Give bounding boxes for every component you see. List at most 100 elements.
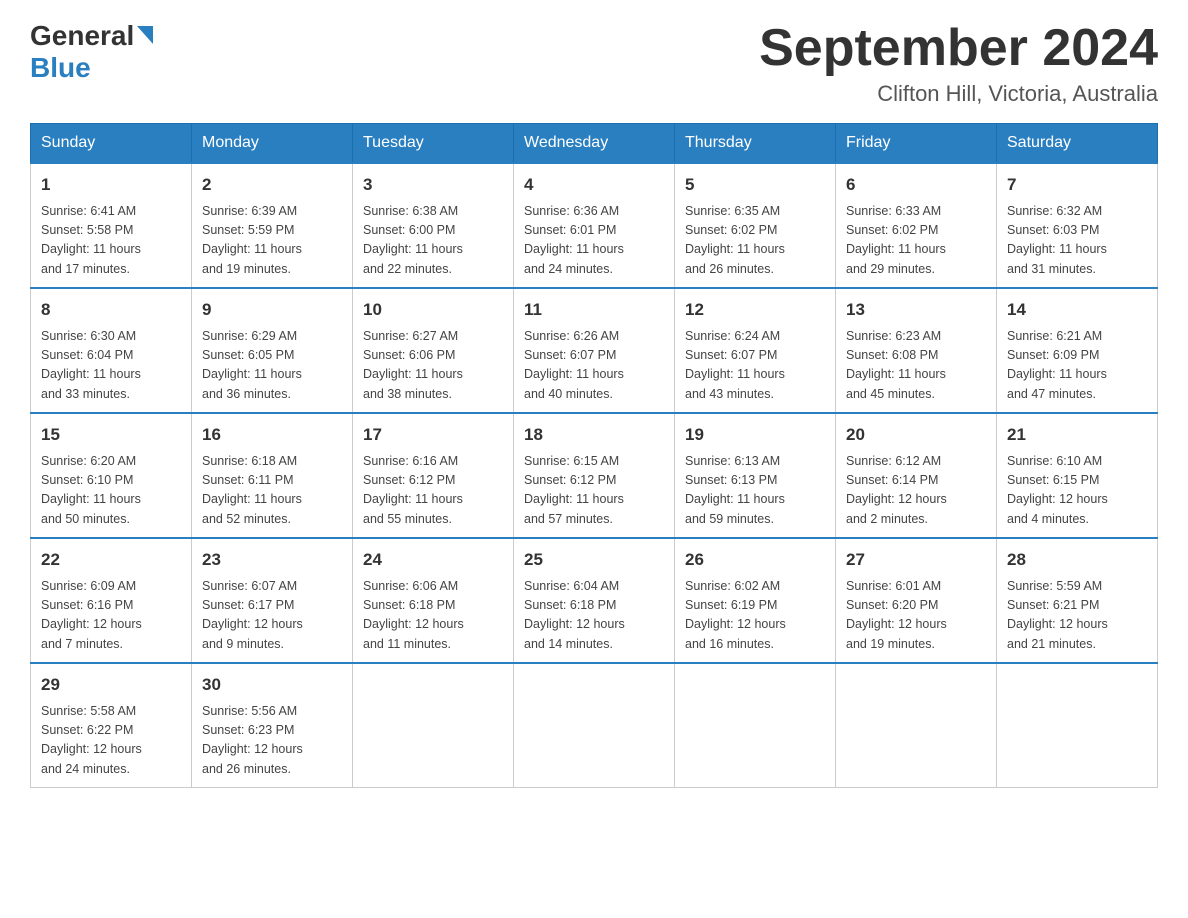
- table-row: 30 Sunrise: 5:56 AMSunset: 6:23 PMDayligh…: [192, 663, 353, 788]
- day-info: Sunrise: 6:20 AMSunset: 6:10 PMDaylight:…: [41, 452, 181, 530]
- day-number: 11: [524, 297, 664, 323]
- day-info: Sunrise: 6:21 AMSunset: 6:09 PMDaylight:…: [1007, 327, 1147, 405]
- logo-blue-text: Blue: [30, 52, 91, 83]
- day-number: 26: [685, 547, 825, 573]
- day-info: Sunrise: 6:29 AMSunset: 6:05 PMDaylight:…: [202, 327, 342, 405]
- day-number: 13: [846, 297, 986, 323]
- day-number: 25: [524, 547, 664, 573]
- day-info: Sunrise: 6:13 AMSunset: 6:13 PMDaylight:…: [685, 452, 825, 530]
- table-row: 18 Sunrise: 6:15 AMSunset: 6:12 PMDayligh…: [514, 413, 675, 538]
- day-number: 22: [41, 547, 181, 573]
- table-row: 15 Sunrise: 6:20 AMSunset: 6:10 PMDayligh…: [31, 413, 192, 538]
- header-monday: Monday: [192, 124, 353, 164]
- table-row: 19 Sunrise: 6:13 AMSunset: 6:13 PMDayligh…: [675, 413, 836, 538]
- logo-general-text: General: [30, 20, 134, 52]
- table-row: 11 Sunrise: 6:26 AMSunset: 6:07 PMDayligh…: [514, 288, 675, 413]
- table-row: 3Sunrise: 6:38 AMSunset: 6:00 PMDaylight…: [353, 163, 514, 288]
- table-row: 20 Sunrise: 6:12 AMSunset: 6:14 PMDayligh…: [836, 413, 997, 538]
- day-info: Sunrise: 6:27 AMSunset: 6:06 PMDaylight:…: [363, 327, 503, 405]
- table-row: 2Sunrise: 6:39 AMSunset: 5:59 PMDaylight…: [192, 163, 353, 288]
- table-row: 25 Sunrise: 6:04 AMSunset: 6:18 PMDayligh…: [514, 538, 675, 663]
- day-number: 18: [524, 422, 664, 448]
- day-info: Sunrise: 6:07 AMSunset: 6:17 PMDaylight:…: [202, 577, 342, 655]
- day-info: Sunrise: 6:10 AMSunset: 6:15 PMDaylight:…: [1007, 452, 1147, 530]
- day-number: 21: [1007, 422, 1147, 448]
- day-number: 2: [202, 172, 342, 198]
- table-row: [353, 663, 514, 788]
- day-info: Sunrise: 6:06 AMSunset: 6:18 PMDaylight:…: [363, 577, 503, 655]
- table-row: 16 Sunrise: 6:18 AMSunset: 6:11 PMDayligh…: [192, 413, 353, 538]
- day-number: 28: [1007, 547, 1147, 573]
- header-saturday: Saturday: [997, 124, 1158, 164]
- calendar-header: Sunday Monday Tuesday Wednesday Thursday…: [31, 124, 1158, 164]
- table-row: 5 Sunrise: 6:35 AMSunset: 6:02 PMDaylight…: [675, 163, 836, 288]
- header-tuesday: Tuesday: [353, 124, 514, 164]
- table-row: 13 Sunrise: 6:23 AMSunset: 6:08 PMDayligh…: [836, 288, 997, 413]
- table-row: 4 Sunrise: 6:36 AMSunset: 6:01 PMDaylight…: [514, 163, 675, 288]
- day-number: 20: [846, 422, 986, 448]
- day-number: 3: [363, 172, 503, 198]
- day-number: 19: [685, 422, 825, 448]
- table-row: 8Sunrise: 6:30 AMSunset: 6:04 PMDaylight…: [31, 288, 192, 413]
- day-info: Sunrise: 6:15 AMSunset: 6:12 PMDaylight:…: [524, 452, 664, 530]
- calendar-body: 1Sunrise: 6:41 AMSunset: 5:58 PMDaylight…: [31, 163, 1158, 788]
- header-friday: Friday: [836, 124, 997, 164]
- day-info: Sunrise: 6:32 AMSunset: 6:03 PMDaylight:…: [1007, 202, 1147, 280]
- title-area: September 2024 Clifton Hill, Victoria, A…: [759, 20, 1158, 107]
- day-info: Sunrise: 6:36 AMSunset: 6:01 PMDaylight:…: [524, 202, 664, 280]
- day-info: Sunrise: 5:59 AMSunset: 6:21 PMDaylight:…: [1007, 577, 1147, 655]
- day-number: 27: [846, 547, 986, 573]
- day-info: Sunrise: 6:33 AMSunset: 6:02 PMDaylight:…: [846, 202, 986, 280]
- day-number: 30: [202, 672, 342, 698]
- day-info: Sunrise: 6:24 AMSunset: 6:07 PMDaylight:…: [685, 327, 825, 405]
- day-number: 4: [524, 172, 664, 198]
- logo: General Blue: [30, 20, 153, 84]
- day-info: Sunrise: 5:56 AMSunset: 6:23 PMDaylight:…: [202, 702, 342, 780]
- day-info: Sunrise: 6:16 AMSunset: 6:12 PMDaylight:…: [363, 452, 503, 530]
- month-title: September 2024: [759, 20, 1158, 77]
- day-number: 9: [202, 297, 342, 323]
- day-number: 1: [41, 172, 181, 198]
- day-info: Sunrise: 6:04 AMSunset: 6:18 PMDaylight:…: [524, 577, 664, 655]
- calendar-table: Sunday Monday Tuesday Wednesday Thursday…: [30, 123, 1158, 788]
- table-row: [997, 663, 1158, 788]
- day-number: 17: [363, 422, 503, 448]
- day-number: 15: [41, 422, 181, 448]
- location-title: Clifton Hill, Victoria, Australia: [759, 81, 1158, 107]
- header-wednesday: Wednesday: [514, 124, 675, 164]
- table-row: 1Sunrise: 6:41 AMSunset: 5:58 PMDaylight…: [31, 163, 192, 288]
- table-row: 14 Sunrise: 6:21 AMSunset: 6:09 PMDayligh…: [997, 288, 1158, 413]
- day-number: 16: [202, 422, 342, 448]
- table-row: 6 Sunrise: 6:33 AMSunset: 6:02 PMDaylight…: [836, 163, 997, 288]
- day-number: 14: [1007, 297, 1147, 323]
- table-row: 23Sunrise: 6:07 AMSunset: 6:17 PMDayligh…: [192, 538, 353, 663]
- table-row: [836, 663, 997, 788]
- day-number: 12: [685, 297, 825, 323]
- day-number: 5: [685, 172, 825, 198]
- table-row: [675, 663, 836, 788]
- table-row: 9 Sunrise: 6:29 AMSunset: 6:05 PMDaylight…: [192, 288, 353, 413]
- table-row: 27 Sunrise: 6:01 AMSunset: 6:20 PMDayligh…: [836, 538, 997, 663]
- day-number: 8: [41, 297, 181, 323]
- table-row: 22 Sunrise: 6:09 AMSunset: 6:16 PMDayligh…: [31, 538, 192, 663]
- day-info: Sunrise: 6:12 AMSunset: 6:14 PMDaylight:…: [846, 452, 986, 530]
- day-info: Sunrise: 6:23 AMSunset: 6:08 PMDaylight:…: [846, 327, 986, 405]
- table-row: 29 Sunrise: 5:58 AMSunset: 6:22 PMDayligh…: [31, 663, 192, 788]
- table-row: 21 Sunrise: 6:10 AMSunset: 6:15 PMDayligh…: [997, 413, 1158, 538]
- table-row: 24 Sunrise: 6:06 AMSunset: 6:18 PMDayligh…: [353, 538, 514, 663]
- day-number: 24: [363, 547, 503, 573]
- header-thursday: Thursday: [675, 124, 836, 164]
- day-info: Sunrise: 5:58 AMSunset: 6:22 PMDaylight:…: [41, 702, 181, 780]
- day-number: 7: [1007, 172, 1147, 198]
- day-info: Sunrise: 6:26 AMSunset: 6:07 PMDaylight:…: [524, 327, 664, 405]
- table-row: 17 Sunrise: 6:16 AMSunset: 6:12 PMDayligh…: [353, 413, 514, 538]
- day-number: 29: [41, 672, 181, 698]
- day-info: Sunrise: 6:18 AMSunset: 6:11 PMDaylight:…: [202, 452, 342, 530]
- table-row: 10Sunrise: 6:27 AMSunset: 6:06 PMDayligh…: [353, 288, 514, 413]
- table-row: 28 Sunrise: 5:59 AMSunset: 6:21 PMDayligh…: [997, 538, 1158, 663]
- header-sunday: Sunday: [31, 124, 192, 164]
- day-number: 6: [846, 172, 986, 198]
- day-info: Sunrise: 6:09 AMSunset: 6:16 PMDaylight:…: [41, 577, 181, 655]
- day-info: Sunrise: 6:01 AMSunset: 6:20 PMDaylight:…: [846, 577, 986, 655]
- day-info: Sunrise: 6:35 AMSunset: 6:02 PMDaylight:…: [685, 202, 825, 280]
